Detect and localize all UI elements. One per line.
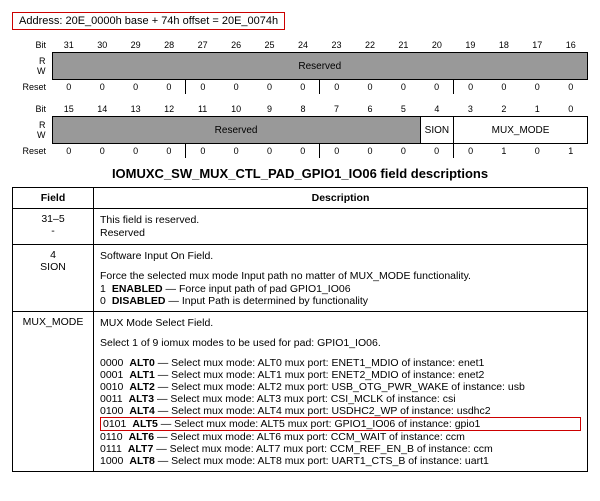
mux-mode-option: 0001ALT1 — Select mux mode: ALT1 mux por… bbox=[100, 369, 581, 381]
reset-label: Reset bbox=[12, 144, 52, 159]
field-cell: MUX_MODE bbox=[13, 312, 94, 472]
bit-label: Bit bbox=[12, 102, 52, 117]
rw-row-upper: R W Reserved bbox=[12, 53, 588, 80]
field-header: Field bbox=[13, 188, 94, 209]
r-label: R bbox=[39, 56, 46, 66]
w-label: W bbox=[37, 66, 46, 76]
bit-table-lower: Bit 15141312 111098 7654 3210 R W Reserv… bbox=[12, 102, 588, 158]
bit-numbers-upper: Bit 31302928 27262524 23222120 19181716 bbox=[12, 38, 588, 53]
sion-field: SION bbox=[420, 117, 453, 144]
table-row: 31–5 - This field is reserved. Reserved bbox=[13, 209, 588, 245]
mux-mode-option: 0100ALT4 — Select mux mode: ALT4 mux por… bbox=[100, 405, 581, 417]
table-header: Field Description bbox=[13, 188, 588, 209]
mux-mode-option: 0110ALT6 — Select mux mode: ALT6 mux por… bbox=[100, 431, 581, 443]
bit-table-upper: Bit 31302928 27262524 23222120 19181716 … bbox=[12, 38, 588, 94]
desc-cell: MUX Mode Select Field. Select 1 of 9 iom… bbox=[94, 312, 588, 472]
address-line: Address: 20E_0000h base + 74h offset = 2… bbox=[12, 12, 285, 30]
mux-mode-field: MUX_MODE bbox=[454, 117, 588, 144]
desc-header: Description bbox=[94, 188, 588, 209]
mux-mode-option: 0101ALT5 — Select mux mode: ALT5 mux por… bbox=[100, 417, 581, 431]
bit-label: Bit bbox=[12, 38, 52, 53]
section-title: IOMUXC_SW_MUX_CTL_PAD_GPIO1_IO06 field d… bbox=[12, 166, 588, 181]
mux-mode-option: 0000ALT0 — Select mux mode: ALT0 mux por… bbox=[100, 357, 581, 369]
reset-row-upper: Reset 0000 0000 0000 0000 bbox=[12, 80, 588, 95]
mux-mode-option: 0011ALT3 — Select mux mode: ALT3 mux por… bbox=[100, 393, 581, 405]
reserved-field-upper: Reserved bbox=[52, 53, 588, 80]
r-label: R bbox=[39, 120, 46, 130]
reset-label: Reset bbox=[12, 80, 52, 95]
reserved-field-lower: Reserved bbox=[52, 117, 420, 144]
table-row: MUX_MODE MUX Mode Select Field. Select 1… bbox=[13, 312, 588, 472]
w-label: W bbox=[37, 130, 46, 140]
rw-row-lower: R W Reserved SION MUX_MODE bbox=[12, 117, 588, 144]
field-cell: 4 SION bbox=[13, 245, 94, 312]
desc-cell: Software Input On Field. Force the selec… bbox=[94, 245, 588, 312]
field-cell: 31–5 - bbox=[13, 209, 94, 245]
table-row: 4 SION Software Input On Field. Force th… bbox=[13, 245, 588, 312]
mux-mode-option: 1000ALT8 — Select mux mode: ALT8 mux por… bbox=[100, 455, 581, 467]
field-description-table: Field Description 31–5 - This field is r… bbox=[12, 187, 588, 472]
mux-mode-option: 0111ALT7 — Select mux mode: ALT7 mux por… bbox=[100, 443, 581, 455]
bit-numbers-lower: Bit 15141312 111098 7654 3210 bbox=[12, 102, 588, 117]
reset-row-lower: Reset 0000 0000 0000 0101 bbox=[12, 144, 588, 159]
mux-mode-option: 0010ALT2 — Select mux mode: ALT2 mux por… bbox=[100, 381, 581, 393]
desc-cell: This field is reserved. Reserved bbox=[94, 209, 588, 245]
